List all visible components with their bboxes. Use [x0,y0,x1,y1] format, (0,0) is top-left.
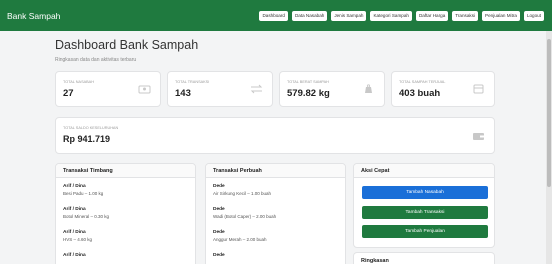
panel-header: Transaksi Perbuah [206,164,345,178]
nav-logout[interactable]: Logout [523,11,544,21]
list-item: Arif / Dina [63,252,86,259]
list-item: Arif / Dina Besi Padu – 1.00 kg [63,183,103,197]
tx-desc: HVS – 4.60 kg [63,237,93,242]
tx-name: Dede [213,184,225,189]
stat-value: 403 buah [399,88,441,99]
list-item: Dede Wadi (Botol Caper) – 2.00 buah [213,206,276,220]
stat-label: Total Berat Sampah [287,80,329,84]
brand-title[interactable]: Bank Sampah [7,11,60,21]
tx-name: Dede [213,230,225,235]
nav-data-nasabah[interactable]: Data Nasabah [291,11,328,21]
tambah-penjualan-button[interactable]: Tambah Penjualan [362,225,488,238]
panel-title: Transaksi Timbang [63,168,113,174]
tx-name: Arif / Dina [63,207,86,212]
tx-desc: Air Sirkung Kecil – 1.00 buah [213,191,272,196]
tx-name: Arif / Dina [63,230,86,235]
nav-jenis-sampah[interactable]: Jenis Sampah [331,11,367,21]
exchange-icon [250,84,263,94]
page-subtitle: Ringkasan data dan aktivitas terbaru [55,57,137,63]
panel-header: Aksi Cepat [354,164,494,178]
nav-kategori-sampah[interactable]: Kategori Sampah [370,11,412,21]
nav-transaksi[interactable]: Transaksi [452,11,479,21]
total-saldo-value: Rp 941.719 [63,134,111,144]
tx-desc: Anggur Merah – 2.00 buah [213,237,267,242]
stat-label: Total Sampah Terjual [399,80,446,84]
tx-name: Arif / Dina [63,184,86,189]
transaksi-perbuah-panel: Transaksi Perbuah Dede Air Sirkung Kecil… [205,163,346,264]
users-icon [138,85,151,94]
stat-label: Total Transaksi [175,80,210,84]
top-navbar: Bank Sampah Dashboard Data Nasabah Jenis… [0,0,552,31]
stat-value: 579.82 kg [287,88,330,99]
panel-title: Aksi Cepat [361,168,390,174]
tambah-transaksi-button[interactable]: Tambah Transaksi [362,206,488,219]
tambah-nasabah-button[interactable]: Tambah Nasabah [362,186,488,199]
list-item: Arif / Dina Botol Mineral – 0.30 kg [63,206,109,220]
stat-label: Total Nasabah [63,80,94,84]
tx-desc: Wadi (Botol Caper) – 2.00 buah [213,214,277,219]
total-saldo-card: Total Saldo Keseluruhan Rp 941.719 [55,117,495,154]
list-item: Dede Anggur Merah – 2.00 buah [213,229,267,243]
stat-value: 143 [175,88,191,99]
wallet-icon [473,133,484,140]
nav-menu: Dashboard Data Nasabah Jenis Sampah Kate… [259,11,544,21]
nav-daftar-harga[interactable]: Daftar Harga [415,11,449,21]
list-item: Arif / Dina HVS – 4.60 kg [63,229,92,243]
nav-penjualan-mitra[interactable]: Penjualan Mitra [482,11,520,21]
stat-card-berat: Total Berat Sampah 579.82 kg [279,71,385,107]
stat-card-terjual: Total Sampah Terjual 403 buah [391,71,495,107]
stat-card-transaksi: Total Transaksi 143 [167,71,273,107]
total-saldo-label: Total Saldo Keseluruhan [63,126,119,130]
panel-title: Ringkasan [361,258,389,264]
aksi-cepat-panel: Aksi Cepat Tambah Nasabah Tambah Transak… [353,163,495,248]
box-icon [473,84,484,94]
tx-desc: Besi Padu – 1.00 kg [63,191,104,196]
tx-name: Arif / Dina [63,253,86,258]
weight-icon [365,84,372,93]
transaksi-timbang-panel: Transaksi Timbang Arif / Dina Besi Padu … [55,163,196,264]
tx-desc: Botol Mineral – 0.30 kg [63,214,110,219]
panel-header: Transaksi Timbang [56,164,195,178]
stat-card-nasabah: Total Nasabah 27 [55,71,161,107]
panel-title: Transaksi Perbuah [213,168,262,174]
nav-dashboard[interactable]: Dashboard [259,11,288,21]
tx-name: Dede [213,253,225,258]
tx-name: Dede [213,207,225,212]
page-title: Dashboard Bank Sampah [55,38,199,52]
page-scrollbar[interactable] [546,31,552,264]
ringkasan-panel: Ringkasan [353,252,495,264]
list-item: Dede Air Sirkung Kecil – 1.00 buah [213,183,271,197]
scrollbar-thumb[interactable] [547,39,551,187]
list-item: Dede [213,252,225,259]
stat-value: 27 [63,88,74,99]
